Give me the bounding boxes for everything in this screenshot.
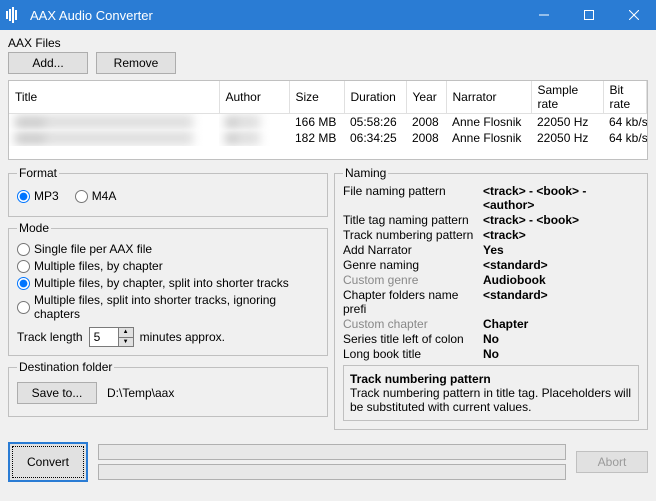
destination-path: D:\Temp\aax xyxy=(107,386,174,400)
titlebar: AAX Audio Converter xyxy=(0,0,656,30)
naming-key: Custom genre xyxy=(343,273,483,287)
abort-button[interactable]: Abort xyxy=(576,451,648,473)
tracklen-label: Track length xyxy=(17,330,83,344)
window-title: AAX Audio Converter xyxy=(30,8,521,23)
naming-value: <standard> xyxy=(483,258,639,272)
mode-split-ignore[interactable]: Multiple files, split into shorter track… xyxy=(17,293,319,321)
saveto-button[interactable]: Save to... xyxy=(17,382,97,404)
naming-key: Title tag naming pattern xyxy=(343,213,483,227)
naming-value: No xyxy=(483,347,639,361)
aax-files-label: AAX Files xyxy=(8,36,648,50)
hint-title: Track numbering pattern xyxy=(350,372,632,386)
naming-value: <track> - <book> - <author> xyxy=(483,184,639,212)
format-mp3[interactable]: MP3 xyxy=(17,189,59,203)
naming-key: Long book title xyxy=(343,347,483,361)
naming-value: Yes xyxy=(483,243,639,257)
progress-bar-2 xyxy=(98,464,566,480)
convert-button[interactable]: Convert xyxy=(8,442,88,482)
tracklen-input[interactable] xyxy=(90,328,118,346)
naming-value: Chapter xyxy=(483,317,639,331)
format-label: Format xyxy=(17,166,59,180)
destination-group: Destination folder Save to... D:\Temp\aa… xyxy=(8,360,328,417)
tracklen-spinner[interactable]: ▲▼ xyxy=(89,327,134,347)
table-row[interactable]: xxxxxxx166 MB05:58:262008Anne Flosnik220… xyxy=(9,114,647,131)
files-table[interactable]: Title Author Size Duration Year Narrator… xyxy=(8,80,648,160)
spin-down-icon[interactable]: ▼ xyxy=(118,338,133,347)
naming-key: Chapter folders name prefi xyxy=(343,288,483,316)
hint-body: Track numbering pattern in title tag. Pl… xyxy=(350,386,632,414)
format-m4a[interactable]: M4A xyxy=(75,189,117,203)
mode-chapter-split[interactable]: Multiple files, by chapter, split into s… xyxy=(17,276,319,290)
naming-hint: Track numbering pattern Track numbering … xyxy=(343,365,639,421)
naming-value: <track> - <book> xyxy=(483,213,639,227)
col-title[interactable]: Title xyxy=(9,81,219,114)
col-bitrate[interactable]: Bit rate xyxy=(603,81,647,114)
destination-label: Destination folder xyxy=(17,360,114,374)
col-narrator[interactable]: Narrator xyxy=(446,81,531,114)
naming-key: Track numbering pattern xyxy=(343,228,483,242)
minimize-button[interactable] xyxy=(521,0,566,30)
app-icon xyxy=(6,7,24,23)
add-button[interactable]: Add... xyxy=(8,52,88,74)
naming-value: Audiobook xyxy=(483,273,639,287)
table-row[interactable]: xxxxxxx182 MB06:34:252008Anne Flosnik220… xyxy=(9,130,647,146)
col-year[interactable]: Year xyxy=(406,81,446,114)
mode-label: Mode xyxy=(17,221,51,235)
spin-up-icon[interactable]: ▲ xyxy=(118,328,133,338)
col-author[interactable]: Author xyxy=(219,81,289,114)
remove-button[interactable]: Remove xyxy=(96,52,176,74)
naming-key: Custom chapter xyxy=(343,317,483,331)
progress-bar-1 xyxy=(98,444,566,460)
naming-value: <standard> xyxy=(483,288,639,316)
naming-key: Genre naming xyxy=(343,258,483,272)
format-group: Format MP3 M4A xyxy=(8,166,328,217)
maximize-button[interactable] xyxy=(566,0,611,30)
col-duration[interactable]: Duration xyxy=(344,81,406,114)
naming-key: Series title left of colon xyxy=(343,332,483,346)
naming-key: Add Narrator xyxy=(343,243,483,257)
naming-value: No xyxy=(483,332,639,346)
tracklen-suffix: minutes approx. xyxy=(140,330,225,344)
mode-group: Mode Single file per AAX file Multiple f… xyxy=(8,221,328,356)
col-size[interactable]: Size xyxy=(289,81,344,114)
mode-single[interactable]: Single file per AAX file xyxy=(17,242,319,256)
naming-group: Naming File naming pattern<track> - <boo… xyxy=(334,166,648,430)
naming-key: File naming pattern xyxy=(343,184,483,212)
mode-chapter[interactable]: Multiple files, by chapter xyxy=(17,259,319,273)
naming-label: Naming xyxy=(343,166,388,180)
close-button[interactable] xyxy=(611,0,656,30)
naming-grid[interactable]: File naming pattern<track> - <book> - <a… xyxy=(343,184,639,361)
naming-value: <track> xyxy=(483,228,639,242)
col-sample[interactable]: Sample rate xyxy=(531,81,603,114)
